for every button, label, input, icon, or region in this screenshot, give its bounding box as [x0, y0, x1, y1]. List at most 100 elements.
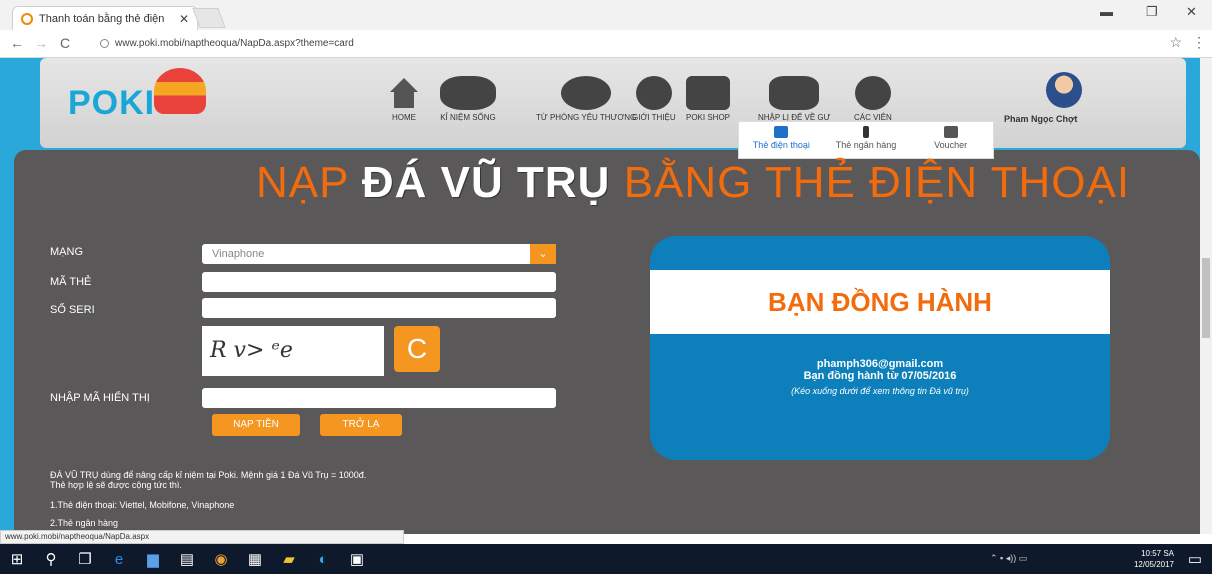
- info-note-2: Thẻ hợp lệ sẽ được cộng tức thì.: [50, 480, 182, 490]
- tab-close-icon[interactable]: ✕: [179, 12, 189, 26]
- voucher-icon: [943, 126, 958, 138]
- title-highlight: ĐÁ VŨ TRỤ: [361, 158, 611, 207]
- scrollbar-thumb[interactable]: [1202, 258, 1210, 338]
- dropdown-item-voucher[interactable]: Voucher: [908, 122, 993, 158]
- system-tray-icons[interactable]: ⌃ ▪ ◂)) ▭: [990, 553, 1027, 564]
- nav-nhap-li[interactable]: NHẬP LỊ ĐỂ VỀ GƯ: [758, 76, 830, 122]
- file-explorer-icon[interactable]: ▆: [136, 544, 170, 574]
- page-favicon-icon: [21, 12, 33, 25]
- chevron-down-icon[interactable]: ⌄: [530, 244, 556, 264]
- companion-since: Bạn đồng hành từ 07/05/2016: [803, 370, 957, 382]
- task-view-icon[interactable]: ❐: [68, 544, 102, 574]
- card-code-input[interactable]: [202, 272, 556, 292]
- nav-label: TỪ PHÒNG YÊU THƯƠNG: [536, 113, 637, 122]
- submit-button[interactable]: NẠP TIỀN: [212, 414, 300, 436]
- girl-icon: [854, 76, 891, 110]
- page-title: NẠP ĐÁ VŨ TRỤ BẰNG THẺ ĐIỆN THOẠI: [256, 158, 1130, 208]
- serial-input[interactable]: [202, 298, 556, 318]
- address-bar-row: ← → C www.poki.mobi/naptheoqua/NapDa.asp…: [0, 30, 1212, 58]
- nav-label: HOME: [392, 113, 416, 122]
- network-select[interactable]: Vinaphone ⌄: [202, 244, 556, 264]
- status-bar: www.poki.mobi/naptheoqua/NapDa.aspx: [0, 530, 404, 544]
- clock-time: 10:57 SA: [1141, 549, 1174, 558]
- captcha-input[interactable]: [202, 388, 556, 408]
- refresh-captcha-button[interactable]: C: [394, 326, 440, 372]
- search-icon[interactable]: ⚲: [34, 544, 68, 574]
- app-icon[interactable]: ▦: [238, 544, 272, 574]
- user-name[interactable]: Pham Ngọc Chợt: [1004, 114, 1077, 124]
- dropdown-item-phone-card[interactable]: Thẻ điện thoại: [739, 122, 824, 158]
- close-window-icon[interactable]: ✕: [1186, 4, 1197, 20]
- companion-hint: (Kéo xuống dưới để xem thông tin Đá vũ t…: [791, 386, 969, 396]
- page-scrollbar[interactable]: [1200, 58, 1212, 534]
- notification-icon[interactable]: ▭: [1178, 544, 1212, 574]
- network-label: MẠNG: [50, 246, 83, 258]
- dropdown-item-label: Voucher: [934, 140, 968, 150]
- site-info-icon[interactable]: [100, 38, 109, 48]
- shop-icon: [686, 76, 730, 110]
- store-icon[interactable]: ▤: [170, 544, 204, 574]
- bookmark-star-icon[interactable]: ☆: [1169, 34, 1182, 51]
- info-note: ĐÁ VŨ TRỤ dùng để nâng cấp kỉ niệm tại P…: [50, 470, 367, 480]
- browser-tab-strip: Thanh toán bằng thẻ điện ✕ ▬ ❐ ✕: [0, 0, 1212, 30]
- card-code-label: MÃ THẺ: [50, 276, 92, 288]
- browser-menu-icon[interactable]: ⋮: [1192, 34, 1206, 51]
- nav-tu-phong[interactable]: TỪ PHÒNG YÊU THƯƠNG: [536, 76, 636, 122]
- umbrella-icon: [154, 68, 206, 114]
- dropdown-item-label: Thẻ điện thoại: [752, 140, 810, 150]
- captcha-image: R v> ᵉe: [202, 326, 384, 376]
- nav-gioi-thieu[interactable]: GIỚI THIỆU: [632, 76, 676, 122]
- companion-email: phamph306@gmail.com: [816, 358, 944, 370]
- nav-ki-niem-song[interactable]: KỈ NIỆM SỐNG: [440, 76, 496, 122]
- restore-icon[interactable]: ❐: [1146, 4, 1158, 20]
- serial-label: SỐ SERI: [50, 304, 95, 316]
- clock[interactable]: 10:57 SA 12/05/2017: [1134, 548, 1174, 570]
- phone-card-icon: [774, 126, 789, 138]
- info-list-item: 2.Thẻ ngân hàng: [50, 518, 119, 528]
- site-header: POKI HOME KỈ NIỆM SỐNG TỪ PHÒNG YÊU THƯƠ…: [40, 58, 1186, 148]
- windows-start-icon[interactable]: ⊞: [0, 544, 34, 574]
- photos-icon[interactable]: ▣: [340, 544, 374, 574]
- family-icon: [769, 76, 820, 110]
- nav-poki-shop[interactable]: POKI SHOP: [686, 76, 730, 122]
- reload-icon[interactable]: C: [60, 35, 70, 51]
- nav-label: KỈ NIỆM SỐNG: [440, 113, 496, 122]
- minimize-icon[interactable]: ▬: [1100, 4, 1113, 19]
- title-suffix: BẰNG THẺ ĐIỆN THOẠI: [610, 158, 1131, 207]
- captcha-input-label: NHẬP MÃ HIỂN THỊ: [50, 392, 150, 404]
- skype-icon[interactable]: ◐: [306, 544, 340, 574]
- dropdown-item-label: Thẻ ngân hàng: [835, 140, 897, 150]
- logo-text: POKI: [68, 84, 156, 122]
- address-text: www.poki.mobi/naptheoqua/NapDa.aspx?them…: [115, 38, 354, 49]
- edge-icon[interactable]: e: [102, 544, 136, 574]
- bank-card-icon: [863, 126, 869, 138]
- payment-method-dropdown: Thẻ điện thoại Thẻ ngân hàng Voucher: [738, 121, 994, 159]
- nav-home[interactable]: HOME: [386, 76, 422, 122]
- user-avatar[interactable]: [1046, 72, 1082, 108]
- tab-title: Thanh toán bằng thẻ điện: [39, 12, 165, 25]
- nav-cac-vien[interactable]: CÁC VIÊN: [854, 76, 892, 122]
- page-viewport: POKI HOME KỈ NIỆM SỐNG TỪ PHÒNG YÊU THƯƠ…: [0, 58, 1200, 534]
- chrome-icon[interactable]: ◉: [204, 544, 238, 574]
- bee-icon: [635, 76, 672, 110]
- address-input[interactable]: www.poki.mobi/naptheoqua/NapDa.aspx?them…: [90, 34, 1170, 54]
- kids-icon: [440, 76, 496, 110]
- owl-icon: [561, 76, 612, 110]
- back-icon[interactable]: ←: [10, 35, 24, 51]
- home-icon: [386, 76, 422, 110]
- info-list-item: 1.Thẻ điện thoại: Viettel, Mobifone, Vin…: [50, 500, 235, 510]
- browser-tab[interactable]: Thanh toán bằng thẻ điện ✕: [12, 6, 198, 30]
- taskbar: ⊞ ⚲ ❐ e ▆ ▤ ◉ ▦ ▰ ◐ ▣ ⌃ ▪ ◂)) ▭ 10:57 SA…: [0, 544, 1212, 574]
- poki-logo[interactable]: POKI: [68, 68, 206, 123]
- companion-card: BẠN ĐỒNG HÀNH phamph306@gmail.com Bạn đồ…: [650, 236, 1110, 460]
- title-prefix: NẠP: [256, 158, 362, 207]
- companion-card-title: BẠN ĐỒNG HÀNH: [650, 270, 1110, 334]
- network-select-value: Vinaphone: [212, 248, 265, 260]
- sticky-notes-icon[interactable]: ▰: [272, 544, 306, 574]
- clock-date: 12/05/2017: [1133, 560, 1174, 569]
- reset-button[interactable]: TRỞ LẠ: [320, 414, 402, 436]
- nav-label: POKI SHOP: [686, 113, 731, 122]
- forward-icon[interactable]: →: [34, 35, 48, 51]
- nav-label: GIỚI THIỆU: [632, 113, 676, 122]
- dropdown-item-bank-card[interactable]: Thẻ ngân hàng: [824, 122, 909, 158]
